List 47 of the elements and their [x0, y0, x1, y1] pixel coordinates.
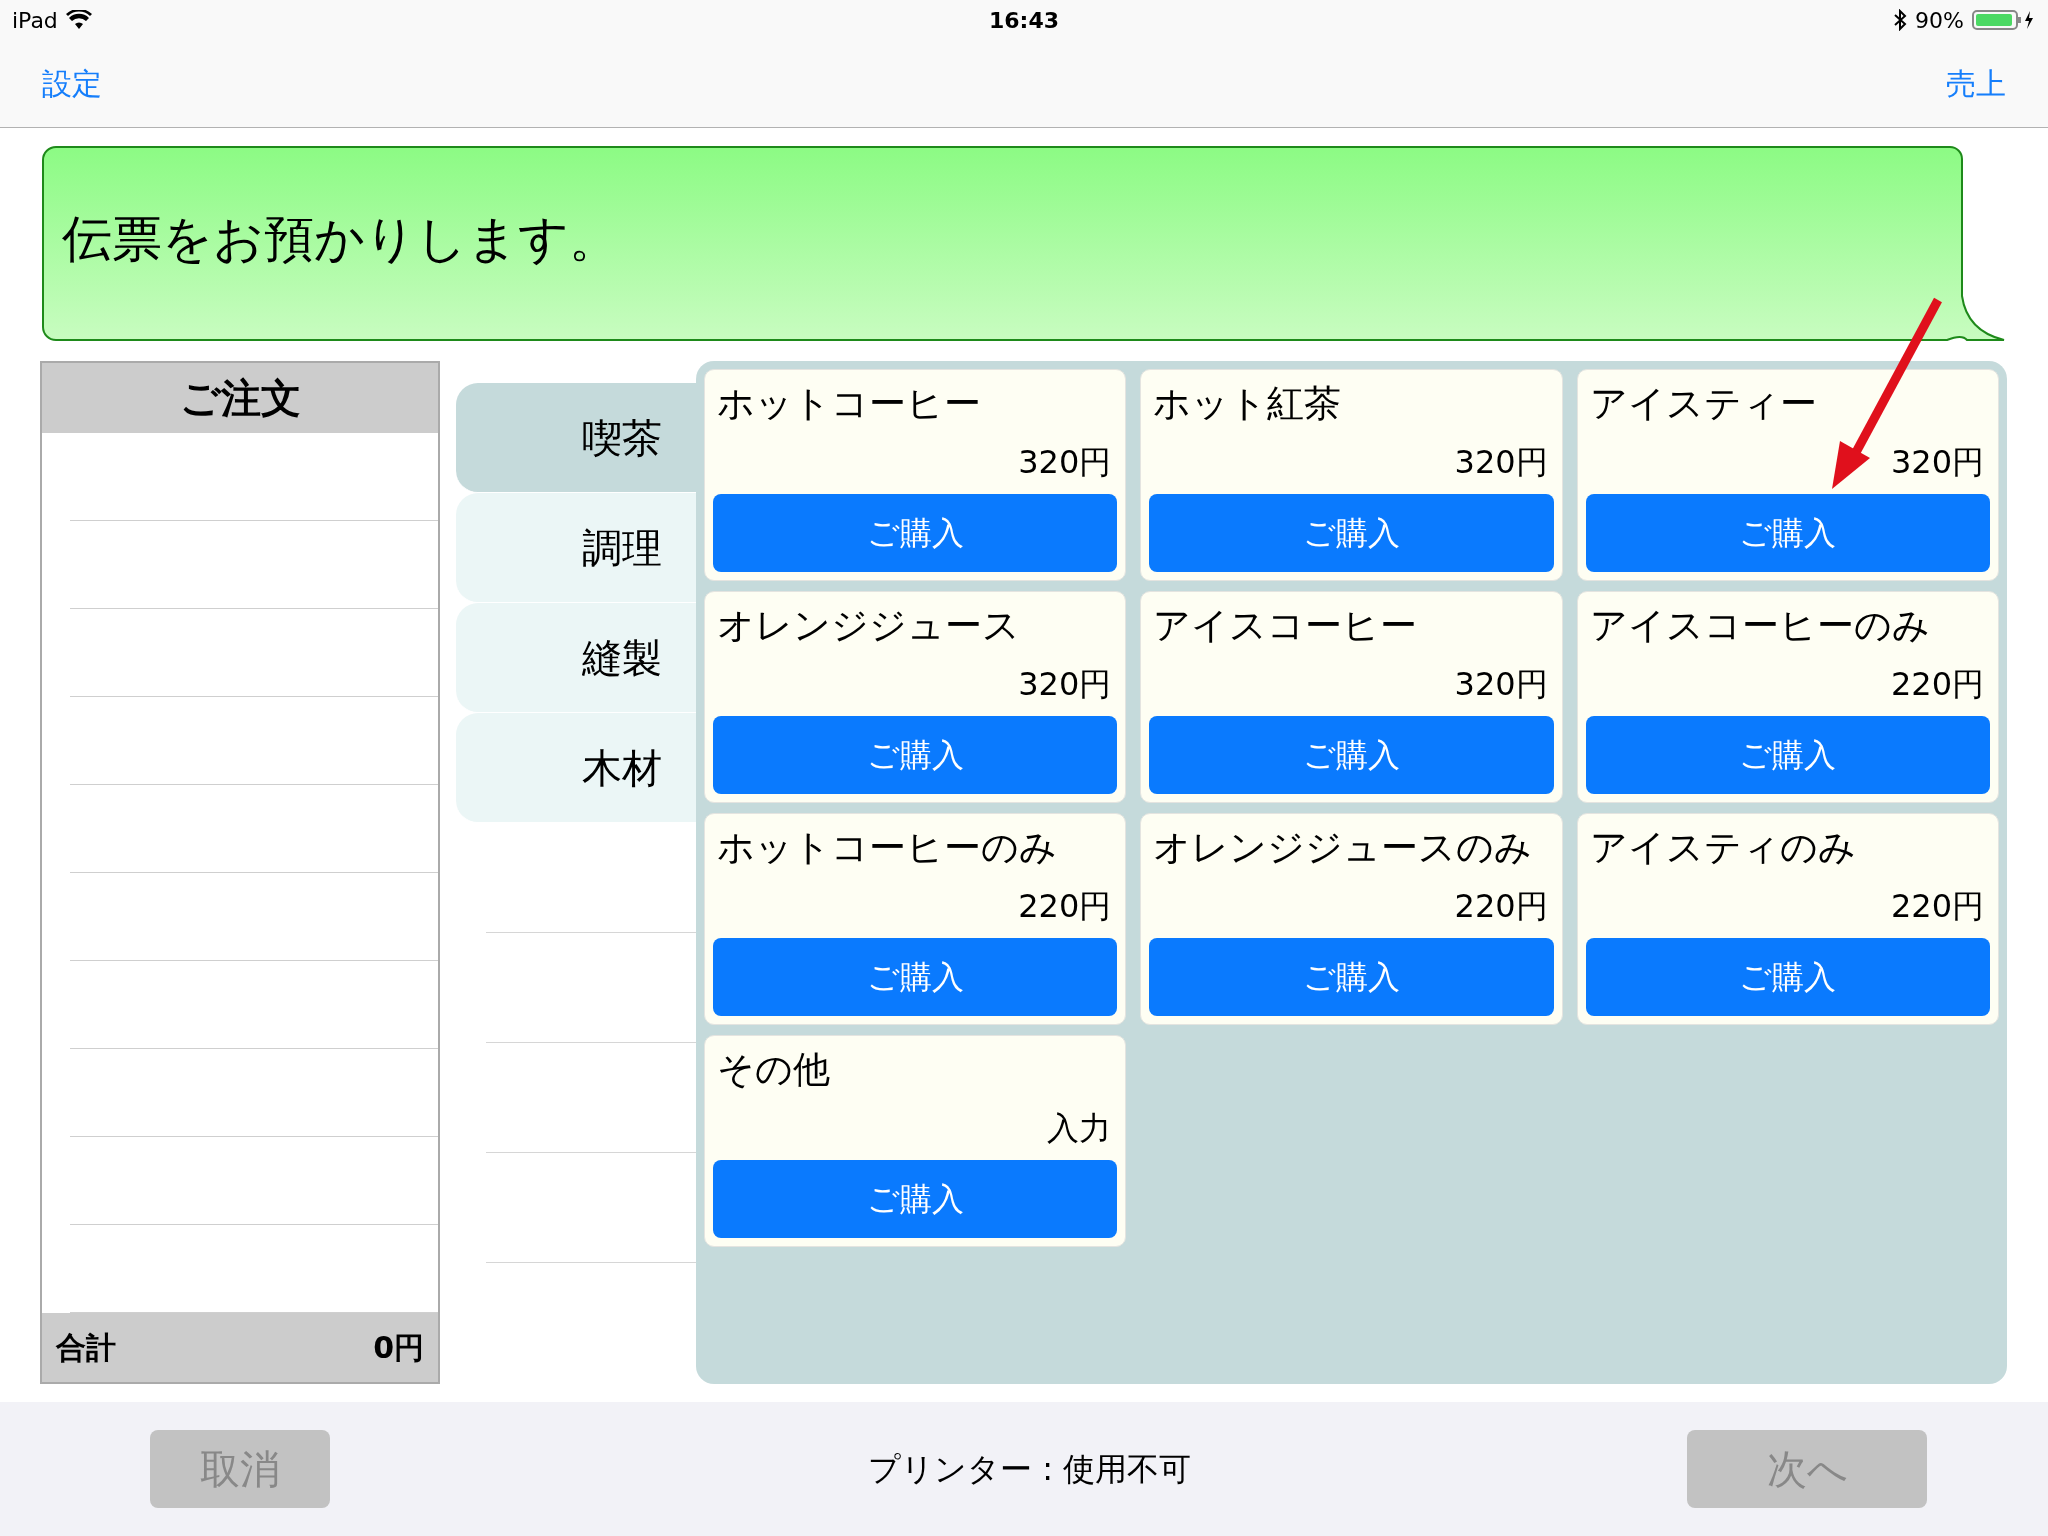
category-tab[interactable]: 喫茶 [456, 383, 696, 493]
product-name: アイスティのみ [1588, 825, 1857, 871]
battery-charging-icon [1972, 9, 2036, 31]
product-name: アイスコーヒーのみ [1588, 603, 1931, 649]
purchase-button[interactable]: ご購入 [1585, 494, 1990, 572]
product-name: その他 [716, 1047, 831, 1093]
product-price: 320円 [1017, 664, 1113, 705]
purchase-button[interactable]: ご購入 [1149, 938, 1554, 1016]
product-price: 220円 [1889, 886, 1985, 927]
purchase-button[interactable]: ご購入 [1149, 716, 1554, 794]
bluetooth-icon [1893, 9, 1908, 31]
total-amount: 0円 [373, 1328, 424, 1367]
product-price: 220円 [1453, 886, 1549, 927]
sales-link[interactable]: 売上 [1946, 61, 2006, 106]
purchase-button[interactable]: ご購入 [713, 938, 1118, 1016]
purchase-button[interactable]: ご購入 [713, 716, 1118, 794]
product-price: 220円 [1017, 886, 1113, 927]
category-tab[interactable]: 縫製 [456, 603, 696, 713]
purchase-button[interactable]: ご購入 [1149, 494, 1554, 572]
product-name: アイスコーヒー [1152, 603, 1419, 649]
purchase-button[interactable]: ご購入 [713, 1160, 1118, 1238]
product-price: 320円 [1889, 442, 1985, 483]
product-name: ホット紅茶 [1152, 381, 1343, 427]
category-tab[interactable]: 木材 [456, 713, 696, 823]
battery-percent: 90% [1915, 6, 1964, 35]
category-tab[interactable]: 調理 [456, 493, 696, 603]
order-header: ご注文 [42, 363, 438, 433]
product-name: ホットコーヒー [716, 381, 982, 427]
product-name: オレンジジュースのみ [1152, 825, 1534, 871]
device-name: iPad [12, 6, 58, 35]
product-name: オレンジジュース [716, 603, 1021, 649]
product-name: ホットコーヒーのみ [716, 825, 1058, 871]
clock: 16:43 [989, 6, 1059, 35]
product-price: 入力 [1046, 1108, 1113, 1149]
settings-link[interactable]: 設定 [42, 61, 102, 106]
product-price: 320円 [1453, 664, 1549, 705]
total-label: 合計 [56, 1328, 116, 1367]
product-price: 320円 [1453, 442, 1549, 483]
purchase-button[interactable]: ご購入 [713, 494, 1118, 572]
product-price: 220円 [1889, 664, 1985, 705]
product-name: アイスティー [1588, 381, 1818, 427]
product-price: 320円 [1017, 442, 1113, 483]
purchase-button[interactable]: ご購入 [1585, 938, 1990, 1016]
wifi-icon [65, 10, 92, 30]
printer-status: プリンター : 使用不可 [868, 1449, 1192, 1490]
purchase-button[interactable]: ご購入 [1585, 716, 1990, 794]
message-text: 伝票をお預かりします。 [62, 214, 619, 264]
